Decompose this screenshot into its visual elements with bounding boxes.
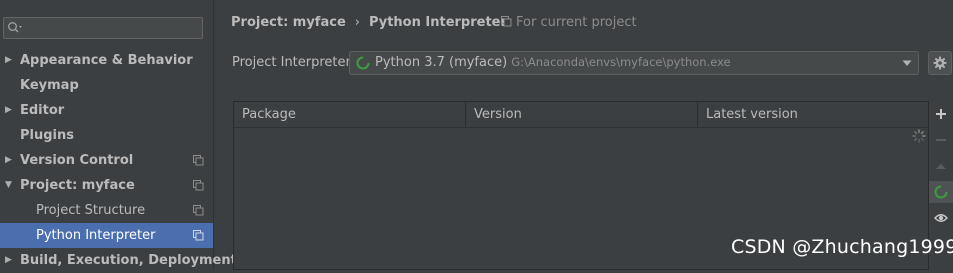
sidebar-item-label: Build, Execution, Deployment [20,253,237,268]
eye-icon [934,214,948,222]
upgrade-package-button[interactable] [929,155,953,177]
upgrade-icon [936,164,946,169]
show-early-releases-button[interactable] [929,207,953,229]
project-scope-icon [193,205,204,216]
interpreter-settings-button[interactable] [928,51,952,75]
project-scope-icon [193,155,204,166]
interpreter-label: Project Interpreter: [232,55,356,70]
scope-hint: For current project [501,15,637,30]
plus-icon [936,109,946,119]
settings-sidebar: ▶ Appearance & Behavior Keymap ▶ Editor … [0,0,237,273]
sidebar-item-label: Appearance & Behavior [20,53,193,68]
search-icon [8,22,22,33]
settings-tree: ▶ Appearance & Behavior Keymap ▶ Editor … [0,48,237,273]
chevron-right-icon[interactable]: ▶ [5,48,12,73]
breadcrumb-project[interactable]: Project: myface [231,15,346,30]
project-scope-icon [193,230,204,241]
column-header-version[interactable]: Version [466,102,698,127]
sidebar-item-editor[interactable]: ▶ Editor [0,98,213,123]
interpreter-select[interactable]: Python 3.7 (myface) G:\Anaconda\envs\myfa… [349,51,919,75]
chevron-right-icon[interactable]: ▶ [5,248,12,273]
interpreter-path: G:\Anaconda\envs\myface\python.exe [511,55,731,69]
table-header: Package Version Latest version [234,102,928,128]
chevron-right-icon[interactable]: ▶ [5,148,12,173]
breadcrumb: Project: myface › Python Interpreter [231,15,507,30]
scope-label: For current project [516,15,637,30]
sidebar-item-label: Keymap [20,78,79,93]
chevron-right-icon[interactable]: ▶ [5,98,12,123]
sidebar-item-appearance[interactable]: ▶ Appearance & Behavior [0,48,213,73]
breadcrumb-current: Python Interpreter [368,15,507,30]
sidebar-item-version-control[interactable]: ▶ Version Control [0,148,213,173]
breadcrumb-separator: › [354,15,360,30]
conda-icon [356,56,370,70]
install-package-button[interactable] [929,103,953,125]
minus-icon [936,139,946,141]
sidebar-item-label: Editor [20,103,65,118]
gear-icon [933,56,947,70]
uninstall-package-button[interactable] [929,129,953,151]
sidebar-item-project[interactable]: ▼ Project: myface [0,173,213,198]
loading-spinner-icon [912,129,926,143]
project-scope-icon [501,16,512,27]
chevron-down-icon[interactable] [902,60,912,67]
sidebar-item-label: Plugins [20,128,74,143]
conda-toggle-button[interactable] [929,181,953,203]
sidebar-item-build[interactable]: ▶ Build, Execution, Deployment [0,248,237,273]
interpreter-name: Python 3.7 (myface) [375,55,508,70]
sidebar-item-keymap[interactable]: Keymap [0,73,213,98]
sidebar-item-label: Python Interpreter [36,228,156,243]
search-input[interactable] [3,17,203,39]
sidebar-item-label: Project: myface [20,178,135,193]
column-header-latest-version[interactable]: Latest version [698,102,929,127]
conda-icon [934,185,948,199]
column-header-package[interactable]: Package [234,102,466,127]
sidebar-item-plugins[interactable]: Plugins [0,123,213,148]
chevron-down-icon[interactable]: ▼ [5,173,12,198]
sidebar-item-label: Version Control [20,153,134,168]
project-scope-icon [193,180,204,191]
watermark: CSDN @Zhuchang1999 [731,236,953,258]
sidebar-item-label: Project Structure [36,203,146,218]
sidebar-item-python-interpreter[interactable]: Python Interpreter [0,223,213,248]
sidebar-item-project-structure[interactable]: Project Structure [0,198,213,223]
interpreter-value: Python 3.7 (myface) G:\Anaconda\envs\myfa… [375,55,731,70]
